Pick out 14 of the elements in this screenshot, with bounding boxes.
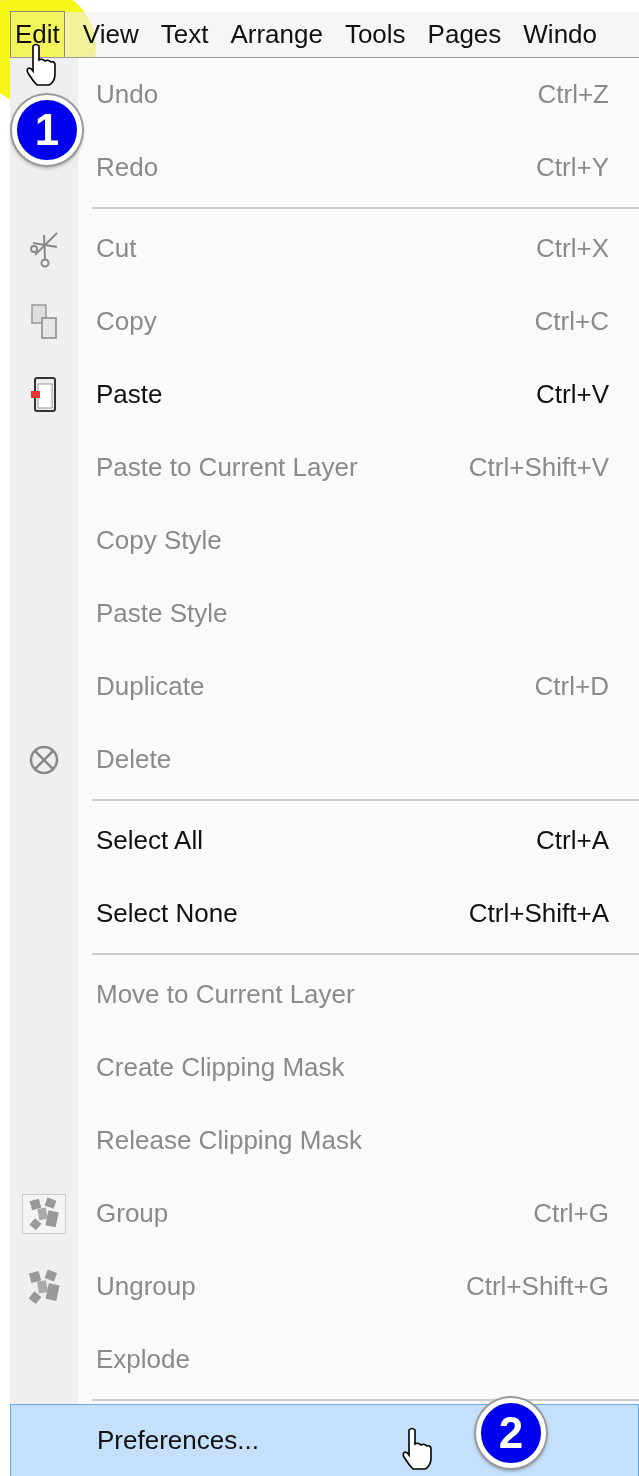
- menu-bar-item[interactable]: Arrange: [226, 11, 327, 57]
- menu-bar-item[interactable]: Edit: [10, 11, 65, 57]
- menu-bar-item[interactable]: Pages: [423, 11, 506, 57]
- clipboard-icon: [29, 374, 59, 415]
- delete-icon: [28, 743, 60, 776]
- menu-item[interactable]: Select All Ctrl+A: [10, 804, 639, 877]
- copy-icon: [29, 301, 59, 342]
- menu-bar-item[interactable]: Tools: [340, 11, 410, 57]
- menu-bar-item[interactable]: View: [78, 11, 143, 57]
- shapes-icon: [22, 1193, 66, 1234]
- menu-bar-item[interactable]: Windo: [519, 11, 602, 57]
- menu-item[interactable]: Select None Ctrl+Shift+A: [10, 877, 639, 950]
- menu-item[interactable]: Paste Ctrl+V: [10, 358, 639, 431]
- menu-bar-item[interactable]: Text: [156, 11, 213, 57]
